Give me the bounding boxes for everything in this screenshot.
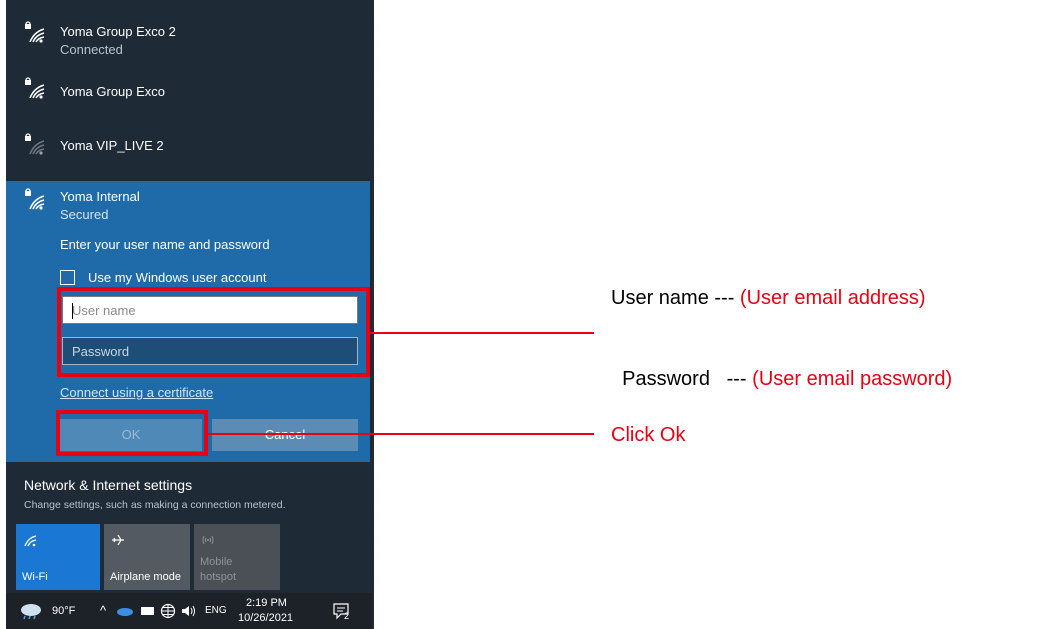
airplane-mode-tile[interactable]: Airplane mode <box>104 524 190 590</box>
chevron-up-icon[interactable]: ^ <box>100 603 106 618</box>
username-annotation: User name --- (User email address) <box>611 287 926 310</box>
network-item-yoma-group-exco-2[interactable]: Yoma Group Exco 2 Connected <box>6 14 372 70</box>
temperature[interactable]: 90°F <box>52 605 75 617</box>
password-annotation-label: Password --- <box>622 368 753 390</box>
ok-connector-line <box>208 433 594 435</box>
clock-time[interactable]: 2:19 PM <box>246 597 287 609</box>
battery-icon[interactable] <box>140 605 156 617</box>
tile-label: Mobile <box>200 556 233 568</box>
weather-icon[interactable] <box>18 601 44 621</box>
secured-wifi-icon <box>25 21 45 43</box>
network-name: Yoma Group Exco <box>60 84 166 99</box>
clock-date[interactable]: 10/26/2021 <box>238 612 293 624</box>
connect-certificate-link[interactable]: Connect using a certificate <box>60 385 213 400</box>
volume-icon[interactable] <box>180 604 198 618</box>
network-name: Yoma Group Exco 2 <box>60 24 176 39</box>
tile-label: Airplane mode <box>110 571 181 583</box>
secured-wifi-icon <box>25 188 45 210</box>
network-name: Yoma Internal <box>60 189 140 204</box>
network-settings-link[interactable]: Network & Internet settings <box>24 477 192 493</box>
click-ok-text: Click Ok <box>611 424 686 446</box>
cloud-icon[interactable] <box>116 606 134 616</box>
network-name: Yoma VIP_LIVE 2 <box>60 138 164 153</box>
username-connector-line <box>370 332 594 334</box>
username-annotation-label: User name --- <box>611 287 740 309</box>
tile-label: Wi-Fi <box>22 571 48 583</box>
language-indicator[interactable]: ENG <box>205 605 227 616</box>
wifi-toggle-tile[interactable]: Wi-Fi <box>16 524 100 590</box>
network-item-yoma-vip-live-2[interactable]: Yoma VIP_LIVE 2 <box>6 118 372 174</box>
wifi-icon <box>24 535 37 547</box>
network-status: Secured <box>60 207 109 222</box>
globe-icon[interactable] <box>160 603 176 619</box>
password-annotation: Password --- (User email password) <box>611 345 952 391</box>
mobile-hotspot-tile[interactable]: Mobile hotspot <box>194 524 280 590</box>
password-annotation-hint: (User email password) <box>752 368 953 390</box>
credentials-highlight-box <box>57 287 370 377</box>
secured-wifi-icon <box>25 77 45 99</box>
airplane-icon <box>112 534 124 546</box>
network-item-yoma-group-exco[interactable]: Yoma Group Exco <box>6 64 372 120</box>
checkbox-label[interactable]: Use my Windows user account <box>88 270 266 285</box>
hotspot-icon <box>202 535 214 545</box>
username-annotation-hint: (User email address) <box>739 287 926 309</box>
click-ok-annotation: Click Ok <box>611 424 685 447</box>
network-status: Connected <box>60 42 123 57</box>
cancel-button[interactable]: Cancel <box>212 419 358 451</box>
tile-label: hotspot <box>200 571 237 583</box>
network-settings-subtitle: Change settings, such as making a connec… <box>24 499 286 511</box>
credentials-prompt: Enter your user name and password <box>60 237 270 252</box>
notification-count: 2 <box>344 611 350 621</box>
taskbar: 90°F ^ ENG 2:19 PM 10/26/2021 2 <box>6 593 372 629</box>
use-windows-account-checkbox[interactable] <box>60 270 75 285</box>
ok-highlight-box <box>56 410 208 456</box>
weak-secured-wifi-icon <box>25 133 45 155</box>
